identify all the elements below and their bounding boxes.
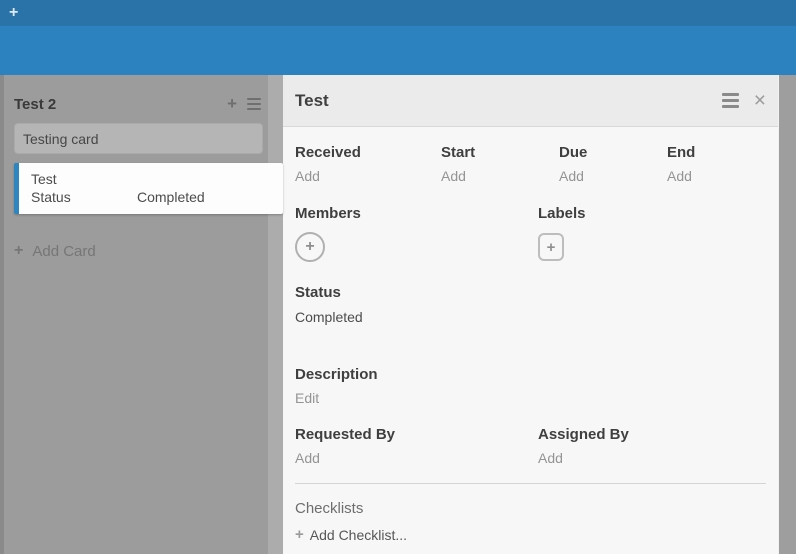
date-end: End Add	[667, 144, 766, 185]
description-edit-link[interactable]: Edit	[295, 390, 766, 407]
add-member-button[interactable]: +	[295, 232, 325, 262]
received-label: Received	[295, 144, 441, 162]
add-checklist-label: Add Checklist...	[310, 527, 407, 543]
card-detail-header: Test ×	[283, 75, 778, 127]
close-icon[interactable]: ×	[754, 91, 766, 111]
requested-by-section: Requested By Add	[295, 426, 538, 467]
status-label: Status	[295, 284, 766, 302]
card-detail-panel: Test × Received Add Start Add Due	[283, 75, 778, 554]
minicard-field-value: Completed	[137, 188, 205, 206]
minicard-title: Test	[31, 170, 283, 188]
add-label-button[interactable]: +	[538, 233, 564, 261]
section-divider	[295, 483, 766, 484]
labels-section: Labels +	[538, 205, 766, 262]
start-label: Start	[441, 144, 559, 162]
card-detail-body: Received Add Start Add Due Add End Add	[283, 127, 778, 554]
end-label: End	[667, 144, 766, 162]
list-add-icon[interactable]: +	[227, 96, 237, 112]
add-checklist-button[interactable]: + Add Checklist...	[295, 526, 766, 543]
minicard-field-row: Status Completed	[31, 188, 283, 206]
board-canvas: Test 2 + Test Status Completed + Add Car…	[0, 75, 796, 554]
list-menu-icon[interactable]	[247, 95, 261, 113]
add-card-label: Add Card	[32, 243, 95, 260]
status-section: Status Completed	[295, 284, 766, 326]
list-header: Test 2 +	[4, 75, 268, 123]
assigned-by-add-link[interactable]: Add	[538, 450, 766, 467]
members-labels-row: Members + Labels +	[295, 205, 766, 262]
checklists-label: Checklists	[295, 500, 766, 518]
due-label: Due	[559, 144, 667, 162]
members-label: Members	[295, 205, 538, 223]
requested-by-add-link[interactable]: Add	[295, 450, 538, 467]
board-header-bar	[0, 26, 796, 75]
vertical-scrollbar[interactable]	[778, 75, 796, 554]
plus-icon: +	[14, 242, 23, 260]
requested-assigned-row: Requested By Add Assigned By Add	[295, 426, 766, 467]
description-section: Description Edit	[295, 366, 766, 407]
assigned-by-section: Assigned By Add	[538, 426, 766, 467]
members-section: Members +	[295, 205, 538, 262]
card-menu-icon[interactable]	[722, 90, 739, 111]
add-board-icon[interactable]: +	[9, 4, 18, 22]
end-add-link[interactable]: Add	[667, 168, 766, 185]
labels-label: Labels	[538, 205, 766, 223]
requested-by-label: Requested By	[295, 426, 538, 444]
description-label: Description	[295, 366, 766, 384]
dates-row: Received Add Start Add Due Add End Add	[295, 144, 766, 185]
due-add-link[interactable]: Add	[559, 168, 667, 185]
add-card-button[interactable]: + Add Card	[14, 242, 268, 260]
date-start: Start Add	[441, 144, 559, 185]
list-title[interactable]: Test 2	[14, 96, 227, 113]
minicard-field-label: Status	[31, 188, 137, 206]
app-window: + Test 2 + Test Status Completed +	[0, 0, 796, 554]
received-add-link[interactable]: Add	[295, 168, 441, 185]
card-detail-title[interactable]: Test	[295, 91, 722, 111]
date-received: Received Add	[295, 144, 441, 185]
status-value[interactable]: Completed	[295, 309, 766, 326]
plus-icon: +	[295, 526, 304, 543]
top-navbar: +	[0, 0, 796, 26]
start-add-link[interactable]: Add	[441, 168, 559, 185]
minicard-test[interactable]: Test Status Completed	[14, 163, 283, 214]
assigned-by-label: Assigned By	[538, 426, 766, 444]
list-test2: Test 2 + Test Status Completed + Add Car…	[4, 75, 268, 554]
date-due: Due Add	[559, 144, 667, 185]
card-compose-input[interactable]	[14, 123, 263, 154]
